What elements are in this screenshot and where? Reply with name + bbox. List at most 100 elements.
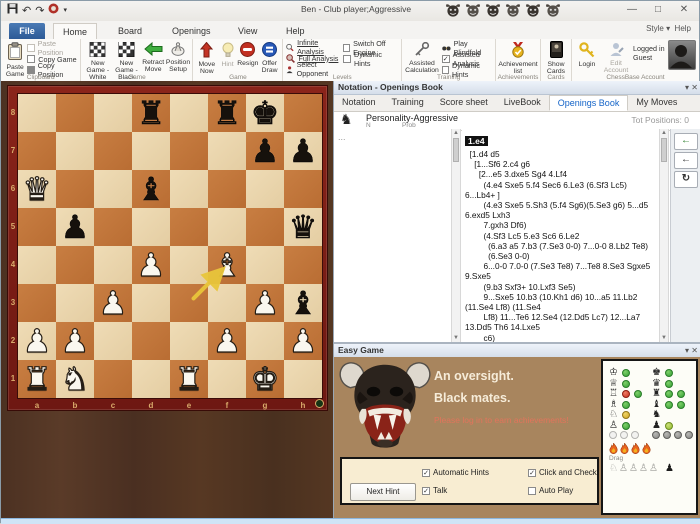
card-dot-green[interactable] xyxy=(665,390,673,398)
square-d2[interactable] xyxy=(132,322,170,360)
drag-piece-icon[interactable]: ♙ xyxy=(639,463,648,474)
card-piece-icon[interactable]: ♙ xyxy=(609,421,618,431)
easy-close-icon[interactable]: ✕ xyxy=(691,346,698,355)
square-d7[interactable] xyxy=(132,132,170,170)
square-d3[interactable] xyxy=(132,284,170,322)
square-g2[interactable] xyxy=(246,322,284,360)
piece-wn-b1[interactable]: ♞ xyxy=(56,360,94,398)
piece-bp-b5[interactable]: ♟ xyxy=(56,208,94,246)
card-dot-green[interactable] xyxy=(622,369,630,377)
paste-position-button[interactable]: Paste Position xyxy=(27,43,78,53)
square-f6[interactable] xyxy=(208,170,246,208)
card-dot-grayline[interactable] xyxy=(609,431,617,439)
square-e2[interactable] xyxy=(170,322,208,360)
piece-bk-g8[interactable]: ♚ xyxy=(246,94,284,132)
square-e7[interactable] xyxy=(170,132,208,170)
square-c5[interactable] xyxy=(94,208,132,246)
card-dot-grayfill[interactable] xyxy=(663,431,671,439)
next-hint-button[interactable]: Next Hint xyxy=(350,483,416,501)
panel-dropdown-icon[interactable]: ▾ xyxy=(685,83,689,92)
column-prob[interactable]: Prob xyxy=(402,122,416,129)
checkbox-click-and-check[interactable]: ✓Click and Check xyxy=(528,468,597,477)
piece-bp-h7[interactable]: ♟ xyxy=(284,132,322,170)
square-a4[interactable] xyxy=(18,246,56,284)
card-dot-yellow[interactable] xyxy=(622,411,630,419)
drag-piece-icon[interactable]: ♙ xyxy=(629,463,638,474)
square-g6[interactable] xyxy=(246,170,284,208)
square-c4[interactable] xyxy=(94,246,132,284)
app-logo-icon[interactable] xyxy=(48,2,59,20)
paste-game-button[interactable]: Paste Game xyxy=(3,40,27,78)
square-e4[interactable] xyxy=(170,246,208,284)
square-h4[interactable] xyxy=(284,246,322,284)
tab-my-moves[interactable]: My Moves xyxy=(628,95,685,111)
piece-wb-f4[interactable]: ♝ xyxy=(208,246,246,284)
square-d1[interactable] xyxy=(132,360,170,398)
drag-piece-icon[interactable]: ♟ xyxy=(665,463,674,474)
piece-wr-e1[interactable]: ♜ xyxy=(170,360,208,398)
tree-scrollbar[interactable]: ▲▼ xyxy=(659,129,669,342)
square-a7[interactable] xyxy=(18,132,56,170)
move-now-button[interactable]: Move Now xyxy=(195,40,218,75)
card-dot-green[interactable] xyxy=(634,390,642,398)
book-pane-scrollbar[interactable]: ▲▼ xyxy=(451,129,461,342)
style-help-links[interactable]: Style ▾ Help xyxy=(646,24,691,33)
square-c1[interactable] xyxy=(94,360,132,398)
book-moves-pane[interactable]: ... xyxy=(334,129,451,342)
card-dot-grayline[interactable] xyxy=(631,431,639,439)
save-icon[interactable] xyxy=(7,2,18,20)
card-dot-green[interactable] xyxy=(622,401,630,409)
mascot-icon[interactable] xyxy=(485,3,501,18)
hint-button[interactable]: Hint xyxy=(218,40,237,75)
piece-wq-a6[interactable]: ♛ xyxy=(18,170,56,208)
piece-wp-d4[interactable]: ♟ xyxy=(132,246,170,284)
checkbox-auto-play[interactable]: Auto Play xyxy=(528,486,573,495)
square-e5[interactable] xyxy=(170,208,208,246)
square-d5[interactable] xyxy=(132,208,170,246)
minimize-button[interactable]: — xyxy=(619,1,645,19)
card-piece-icon[interactable]: ♕ xyxy=(609,379,618,389)
drag-piece-icon[interactable]: ♘ xyxy=(609,463,618,474)
square-b3[interactable] xyxy=(56,284,94,322)
tab-help[interactable]: Help xyxy=(277,23,314,39)
card-dot-grayline[interactable] xyxy=(620,431,628,439)
panel-close-icon[interactable]: ✕ xyxy=(691,83,698,92)
mascot-icon[interactable] xyxy=(505,3,521,18)
square-a8[interactable] xyxy=(18,94,56,132)
card-piece-icon[interactable]: ♞ xyxy=(652,410,661,420)
variation-lines[interactable]: [1.d4 d5 [1...Sf6 2.c4 g6 [2...e5 3.dxe5… xyxy=(465,149,659,342)
mascot-icon[interactable] xyxy=(525,3,541,18)
card-dot-lightgreen[interactable] xyxy=(665,422,673,430)
assisted-calculation-button[interactable]: Assisted Calculation xyxy=(405,40,439,76)
square-e3[interactable] xyxy=(170,284,208,322)
card-piece-icon[interactable]: ♟ xyxy=(652,421,661,431)
square-c7[interactable] xyxy=(94,132,132,170)
redo-icon[interactable]: ↷ xyxy=(35,2,44,20)
card-dot-green[interactable] xyxy=(665,380,673,388)
card-piece-icon[interactable]: ♘ xyxy=(609,410,618,420)
login-button[interactable]: Login xyxy=(575,40,599,68)
mascot-icon[interactable] xyxy=(545,3,561,18)
piece-wp-c3[interactable]: ♟ xyxy=(94,284,132,322)
checkbox-automatic-hints[interactable]: ✓Automatic Hints xyxy=(422,468,489,477)
piece-bp-g7[interactable]: ♟ xyxy=(246,132,284,170)
card-piece-icon[interactable]: ♜ xyxy=(652,389,661,399)
square-b6[interactable] xyxy=(56,170,94,208)
column-n[interactable]: N xyxy=(366,122,371,129)
square-c2[interactable] xyxy=(94,322,132,360)
piece-br-f8[interactable]: ♜ xyxy=(208,94,246,132)
checkbox-talk[interactable]: ✓Talk xyxy=(422,486,447,495)
card-piece-icon[interactable]: ♔ xyxy=(609,368,618,378)
square-f7[interactable] xyxy=(208,132,246,170)
card-dot-grayfill[interactable] xyxy=(674,431,682,439)
infinite-analysis-button[interactable]: Infinite Analysis xyxy=(286,42,339,52)
square-f3[interactable] xyxy=(208,284,246,322)
piece-wp-h2[interactable]: ♟ xyxy=(284,322,322,360)
card-dot-green[interactable] xyxy=(665,401,673,409)
tab-board[interactable]: Board xyxy=(109,23,151,39)
resign-button[interactable]: Resign xyxy=(237,40,259,75)
square-e6[interactable] xyxy=(170,170,208,208)
tab-score-sheet[interactable]: Score sheet xyxy=(432,95,496,111)
square-b4[interactable] xyxy=(56,246,94,284)
book-back-button[interactable]: ← xyxy=(674,133,698,150)
